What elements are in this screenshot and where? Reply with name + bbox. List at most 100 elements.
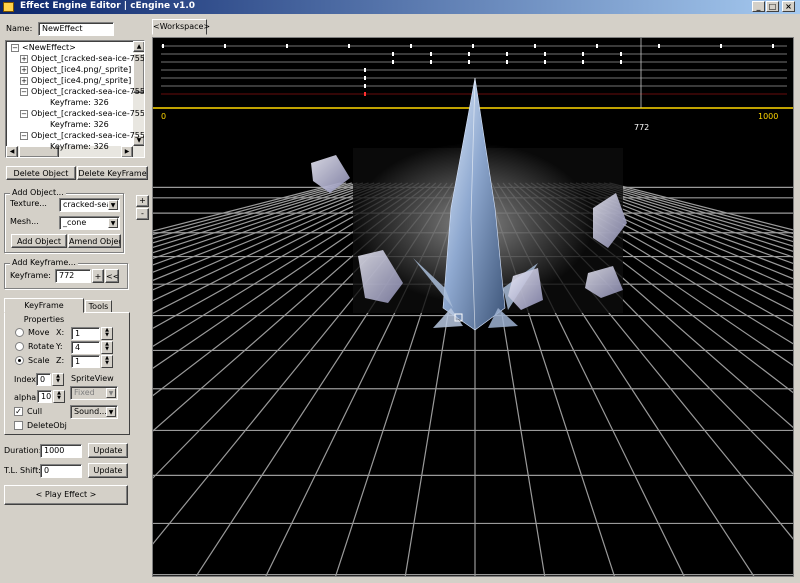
minimize-button[interactable]: _ <box>752 1 765 12</box>
axis-spinner[interactable]: ▲ ▼ <box>101 341 113 354</box>
collapse-icon[interactable]: − <box>20 88 28 96</box>
keyframe-marker[interactable] <box>348 44 350 48</box>
title-bar: Effect Engine Editor | cEngine v1.0 _ □ … <box>0 0 800 14</box>
axis-input[interactable]: 1 <box>71 355 100 368</box>
index-spinner[interactable]: ▲ ▼ <box>52 373 64 386</box>
axis-spinner[interactable]: ▲ ▼ <box>101 355 113 368</box>
mode-radio-move[interactable] <box>15 328 24 337</box>
duration-input[interactable]: 1000 <box>40 444 82 458</box>
keyframe-rewind-button[interactable]: << <box>105 269 119 283</box>
workspace-viewport[interactable]: 0 1000 772 <box>152 37 794 577</box>
chevron-down-icon[interactable]: ▼ <box>106 407 116 417</box>
keyframe-add-button[interactable]: + <box>92 269 104 283</box>
effect-tree[interactable]: − <NewEffect> ▲ ▼ ◀ ▶ + Object_[cracked-s… <box>5 40 145 158</box>
keyframe-marker[interactable] <box>582 52 584 56</box>
keyframe-marker[interactable] <box>410 44 412 48</box>
update-duration-button[interactable]: Update <box>88 443 128 458</box>
keyframe-marker[interactable] <box>472 44 474 48</box>
keyframe-marker[interactable] <box>392 60 394 64</box>
collapse-icon[interactable]: − <box>20 132 28 140</box>
keyframe-marker[interactable] <box>658 44 660 48</box>
add-keyframe-group-label: Add Keyframe... <box>10 258 78 267</box>
keyframe-marker[interactable] <box>162 44 164 48</box>
axis-input[interactable]: 4 <box>71 341 100 354</box>
chevron-down-icon[interactable]: ▼ <box>108 200 118 210</box>
mode-radio-rotate[interactable] <box>15 342 24 351</box>
expand-icon[interactable]: + <box>20 66 28 74</box>
keyframe-input[interactable]: 772 <box>55 269 91 283</box>
tree-object-item[interactable]: Object_[ice4.png/_sprite] <box>31 64 131 75</box>
keyframe-marker[interactable] <box>544 52 546 56</box>
scroll-up-icon[interactable]: ▲ <box>133 41 144 52</box>
keyframe-marker[interactable] <box>430 60 432 64</box>
alpha-spinner[interactable]: ▲ ▼ <box>53 390 65 403</box>
scroll-right-icon[interactable]: ▶ <box>121 146 133 157</box>
keyframe-marker[interactable] <box>596 44 598 48</box>
keyframe-marker[interactable] <box>620 52 622 56</box>
play-effect-button[interactable]: < Play Effect > <box>4 485 128 505</box>
keyframe-marker[interactable] <box>506 52 508 56</box>
chevron-down-icon[interactable]: ▼ <box>108 218 118 228</box>
delete-obj-checkbox[interactable] <box>14 421 23 430</box>
keyframe-marker[interactable] <box>364 84 366 88</box>
keyframe-marker[interactable] <box>430 52 432 56</box>
keyframe-marker[interactable] <box>582 60 584 64</box>
effect-name-input[interactable]: NewEffect <box>38 22 114 36</box>
viewport-canvas[interactable]: 0 1000 772 <box>153 38 794 577</box>
add-object-button[interactable]: Add Object <box>11 234 67 248</box>
update-shift-button[interactable]: Update <box>88 463 128 478</box>
keyframe-marker[interactable] <box>364 76 366 80</box>
chevron-down-icon: ▼ <box>106 388 116 398</box>
keyframe-marker[interactable] <box>506 60 508 64</box>
mesh-select[interactable]: _cone ▼ <box>59 216 120 230</box>
index-label: Index: <box>14 375 39 384</box>
delete-object-button[interactable]: Delete Object <box>6 166 76 180</box>
mode-label: Rotate <box>28 342 55 351</box>
decrease-button[interactable]: - <box>136 208 149 220</box>
keyframe-marker[interactable] <box>286 44 288 48</box>
keyframe-marker[interactable] <box>224 44 226 48</box>
close-button[interactable]: × <box>782 1 795 12</box>
mode-radio-scale[interactable] <box>15 356 24 365</box>
alpha-input[interactable]: 10 <box>37 390 52 403</box>
keyframe-marker[interactable] <box>620 60 622 64</box>
tab-workspace[interactable]: <Workspace> <box>152 19 210 35</box>
axis-spinner[interactable]: ▲ ▼ <box>101 327 113 340</box>
amend-object-button[interactable]: Amend Object <box>68 234 121 248</box>
keyframe-marker[interactable] <box>364 68 366 72</box>
collapse-root-icon[interactable]: − <box>11 44 19 52</box>
tree-root[interactable]: <NewEffect> <box>22 42 76 53</box>
tree-object-item[interactable]: Object_[ice4.png/_sprite] <box>31 75 131 86</box>
tl-shift-input[interactable]: 0 <box>40 464 82 478</box>
mode-label: Scale <box>28 356 50 365</box>
expand-icon[interactable]: + <box>20 55 28 63</box>
tab-keyframe-properties[interactable]: KeyFrame Properties <box>4 298 84 324</box>
keyframe-marker[interactable] <box>468 60 470 64</box>
expand-icon[interactable]: + <box>20 77 28 85</box>
tree-object-item[interactable]: Object_[cracked-sea-ice-755 <box>31 130 144 141</box>
keyframe-marker[interactable] <box>544 60 546 64</box>
keyframe-marker[interactable] <box>720 44 722 48</box>
keyframe-marker[interactable] <box>772 44 774 48</box>
collapse-icon[interactable]: − <box>20 110 28 118</box>
increase-button[interactable]: + <box>136 195 149 207</box>
tree-object-item[interactable]: Object_[cracked-sea-ice-755 <box>31 108 144 119</box>
keyframe-marker[interactable] <box>468 52 470 56</box>
tree-object-item[interactable]: Object_[cracked-sea-ice-755 <box>31 53 144 64</box>
tree-keyframe-item[interactable]: Keyframe: 326 <box>50 119 109 130</box>
keyframe-marker[interactable] <box>364 92 366 96</box>
scroll-left-icon[interactable]: ◀ <box>6 146 18 157</box>
sound-select[interactable]: Sound... ▼ <box>70 405 118 419</box>
maximize-button[interactable]: □ <box>766 1 779 12</box>
keyframe-marker[interactable] <box>534 44 536 48</box>
tree-object-item[interactable]: Object_[cracked-sea-ice-755 <box>31 86 144 97</box>
sprite-view-select: Fixed ▼ <box>70 386 118 400</box>
delete-keyframe-button[interactable]: Delete KeyFrame <box>77 166 148 180</box>
keyframe-marker[interactable] <box>392 52 394 56</box>
index-input[interactable]: 0 <box>36 373 51 386</box>
axis-input[interactable]: 1 <box>71 327 100 340</box>
tree-keyframe-item[interactable]: Keyframe: 326 <box>50 97 109 108</box>
tree-keyframe-item[interactable]: Keyframe: 326 <box>50 141 109 152</box>
texture-select[interactable]: cracked-sea-i ▼ <box>59 198 120 212</box>
cull-checkbox[interactable]: ✓ <box>14 407 23 416</box>
